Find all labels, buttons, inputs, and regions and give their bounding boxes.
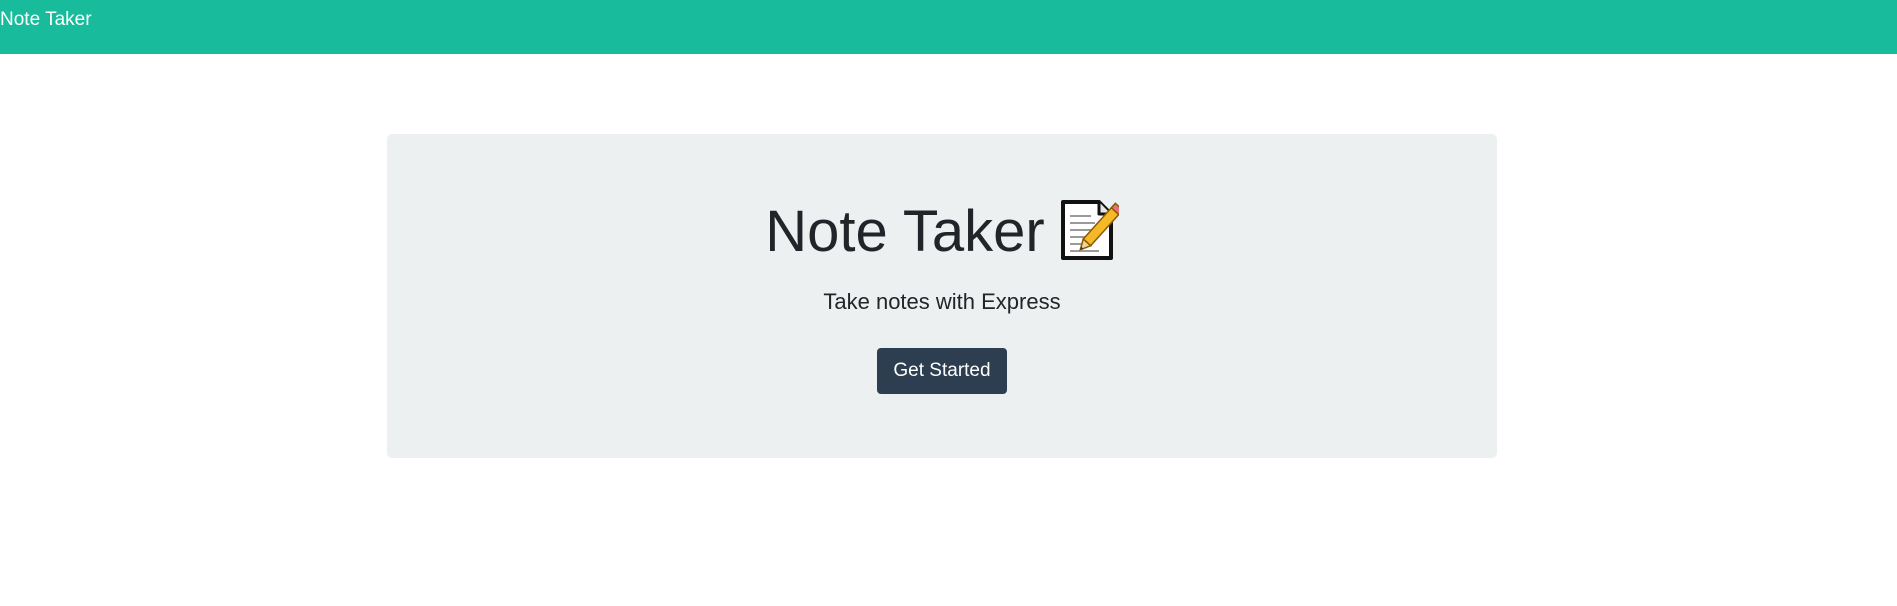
- hero-jumbotron: Note Taker Take notes with Express Get S…: [387, 134, 1497, 458]
- hero-title-row: Note Taker: [387, 197, 1497, 267]
- hero-subtitle: Take notes with Express: [823, 289, 1061, 314]
- navbar-brand[interactable]: Note Taker: [0, 8, 92, 32]
- top-navbar: Note Taker: [0, 0, 1897, 54]
- memo-icon: [1060, 200, 1119, 260]
- page-title: Note Taker: [765, 199, 1045, 264]
- get-started-button[interactable]: Get Started: [877, 348, 1007, 394]
